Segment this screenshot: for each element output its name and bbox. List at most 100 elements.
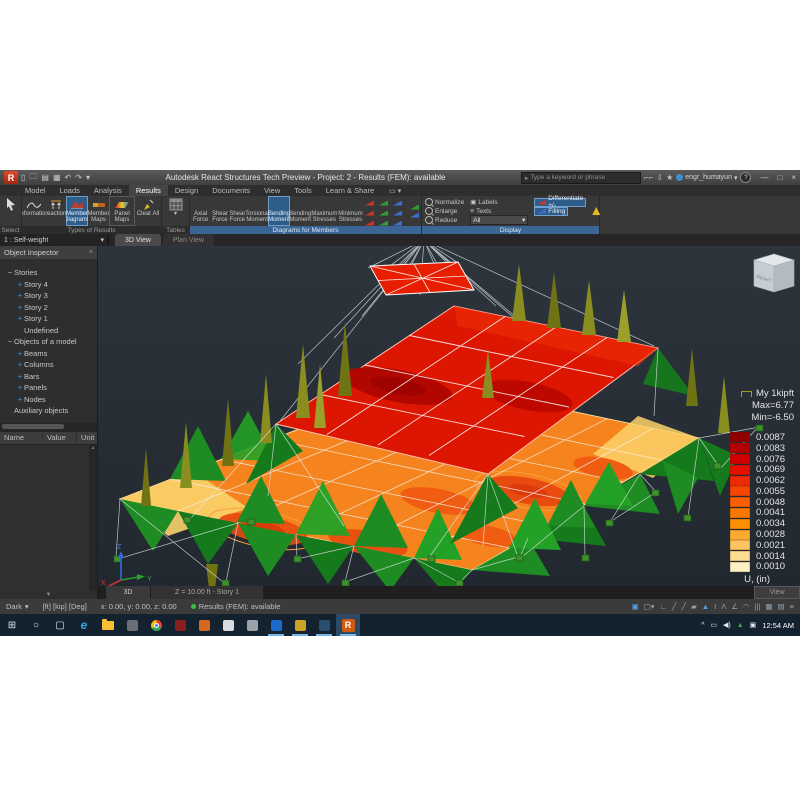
open-icon[interactable]: 🗀 xyxy=(29,171,37,185)
app-menu-button[interactable]: R xyxy=(4,171,18,184)
extra-diagram-buttons[interactable] xyxy=(408,196,421,226)
undo-icon[interactable]: ↶ xyxy=(65,173,72,182)
labels-button[interactable]: ▣Labels xyxy=(470,198,528,206)
stress-icon[interactable] xyxy=(365,217,378,226)
close-icon[interactable]: × xyxy=(89,249,93,256)
filling-toggle[interactable]: Filling xyxy=(534,207,568,216)
torsional-moment-button[interactable]: Torsional Moment xyxy=(246,196,268,226)
close-button[interactable]: × xyxy=(791,173,796,182)
customize-dropdown-icon[interactable]: ▾ xyxy=(86,173,90,182)
stress-component-buttons[interactable] xyxy=(363,196,408,226)
taskbar-task-view[interactable]: ▢ xyxy=(48,614,72,636)
viewport-3d[interactable]: Z Y X RIGHT xyxy=(98,246,800,586)
diagram-icon[interactable] xyxy=(410,213,419,218)
minimize-button[interactable]: — xyxy=(760,173,768,182)
plus-expander-icon[interactable]: + xyxy=(16,291,24,300)
eraser-icon[interactable]: ▰ xyxy=(691,602,697,611)
stress-icon[interactable] xyxy=(393,197,406,206)
reactions-button[interactable]: Reactions xyxy=(46,196,66,226)
display-icon[interactable]: ▭ xyxy=(710,621,717,629)
tree-item-beams[interactable]: +Beams xyxy=(0,348,97,360)
labels-scope-dropdown[interactable]: All▾ xyxy=(470,215,528,225)
screen-icon[interactable]: ▭ xyxy=(389,187,396,195)
taskbar-react-structures[interactable]: R xyxy=(336,614,360,636)
taskbar-app-orange[interactable] xyxy=(192,614,216,636)
tab-story-level[interactable]: Z = 10.00 ft - Story 1 xyxy=(151,586,263,599)
enlarge-button[interactable]: Enlarge xyxy=(425,207,464,215)
normalize-button[interactable]: Normalize xyxy=(425,198,464,206)
save-icon[interactable]: ▤ xyxy=(41,173,49,182)
taskbar-app-navy[interactable] xyxy=(312,614,336,636)
theme-dropdown[interactable]: Dark▾ xyxy=(6,602,29,611)
tree-item-story-4[interactable]: +Story 4 xyxy=(0,279,97,291)
print-icon[interactable]: ▦ xyxy=(53,173,61,182)
list-menu-icon[interactable]: ≡ xyxy=(790,602,794,611)
chevron-up-icon[interactable]: ^ xyxy=(701,622,704,629)
tree-item-columns[interactable]: +Columns xyxy=(0,359,97,371)
reduce-button[interactable]: Reduce xyxy=(425,216,464,224)
stress-icon[interactable] xyxy=(365,207,378,216)
clear-all-button[interactable]: Clear All xyxy=(135,196,161,226)
tree-item-panels[interactable]: +Panels xyxy=(0,382,97,394)
box-select-icon[interactable]: ▢▾ xyxy=(644,602,655,611)
vertical-scrollbar[interactable]: ▲ xyxy=(89,445,97,591)
tree-item-undefined[interactable]: Undefined xyxy=(0,325,97,337)
plus-expander-icon[interactable]: + xyxy=(16,280,24,289)
draft-line-icon[interactable]: ╱ xyxy=(672,602,677,611)
plus-expander-icon[interactable]: + xyxy=(16,349,24,358)
menu-tab-documents[interactable]: Documents xyxy=(205,185,257,196)
minus-expander-icon[interactable]: − xyxy=(6,337,14,346)
snap-text-icon[interactable]: I xyxy=(714,602,716,611)
tab-3d-view[interactable]: 3D View xyxy=(115,234,161,246)
redo-icon[interactable]: ↷ xyxy=(75,173,82,182)
maximum-stresses-button[interactable]: Maximum Stresses xyxy=(311,196,338,226)
favorites-star-icon[interactable]: ★ xyxy=(666,173,673,182)
search-advanced-icon[interactable]: ⌐⌐ xyxy=(644,173,653,182)
account-menu[interactable]: engr_humayun ▾ xyxy=(676,174,737,182)
snap-arc-icon[interactable]: ◠ xyxy=(743,602,750,611)
taskbar-calculator[interactable] xyxy=(216,614,240,636)
tree-item-story-3[interactable]: +Story 3 xyxy=(0,290,97,302)
taskbar-file-explorer[interactable] xyxy=(96,614,120,636)
panel-maps-button[interactable]: Panel Maps xyxy=(109,196,135,226)
plus-expander-icon[interactable]: + xyxy=(16,303,24,312)
shear-force-fy-button[interactable]: Shear Force xyxy=(211,196,228,226)
plus-expander-icon[interactable]: + xyxy=(16,314,24,323)
taskbar-store[interactable] xyxy=(120,614,144,636)
taskbar-start[interactable]: ⊞ xyxy=(0,614,24,636)
plus-expander-icon[interactable]: + xyxy=(16,360,24,369)
menu-tab-learn-share[interactable]: Learn & Share xyxy=(319,185,381,196)
deformations-button[interactable]: Deformations xyxy=(22,196,46,226)
menu-tab-analysis[interactable]: Analysis xyxy=(87,185,129,196)
stress-icon[interactable] xyxy=(393,217,406,226)
stress-icon[interactable] xyxy=(365,197,378,206)
taskbar-app-gray[interactable] xyxy=(240,614,264,636)
view-cube[interactable]: RIGHT xyxy=(754,254,794,292)
taskbar-chrome[interactable] xyxy=(144,614,168,636)
taskbar-app-blue[interactable] xyxy=(264,614,288,636)
menu-tab-results[interactable]: Results xyxy=(129,185,168,196)
taskbar-edge[interactable]: e xyxy=(72,614,96,636)
menu-tab-loads[interactable]: Loads xyxy=(52,185,86,196)
diagram-icon[interactable] xyxy=(410,205,419,210)
tree-item-story-2[interactable]: +Story 2 xyxy=(0,302,97,314)
member-maps-button[interactable]: Member Maps xyxy=(88,196,109,226)
tree-item-story-1[interactable]: +Story 1 xyxy=(0,313,97,325)
axial-force-button[interactable]: Axial Force xyxy=(190,196,211,226)
taskbar-app-red[interactable] xyxy=(168,614,192,636)
volume-icon[interactable]: ◀) xyxy=(723,621,731,629)
snap-angle-icon[interactable]: ∠ xyxy=(731,602,738,611)
tree-item-nodes[interactable]: +Nodes xyxy=(0,394,97,406)
texts-button[interactable]: ≡Texts xyxy=(470,207,528,215)
select-tool-button[interactable] xyxy=(0,196,21,226)
menu-tab-design[interactable]: Design xyxy=(168,185,205,196)
panel-resize-handle[interactable]: ▼ xyxy=(0,590,97,599)
maximize-button[interactable]: □ xyxy=(777,173,782,182)
stress-icon[interactable] xyxy=(379,217,392,226)
stress-icon[interactable] xyxy=(393,207,406,216)
stress-icon[interactable] xyxy=(379,207,392,216)
shear-force-fz-button[interactable]: Shear Force xyxy=(229,196,246,226)
minimum-stresses-button[interactable]: Minimum Stresses xyxy=(338,196,363,226)
stress-icon[interactable] xyxy=(379,197,392,206)
menu-tab-view[interactable]: View xyxy=(257,185,287,196)
